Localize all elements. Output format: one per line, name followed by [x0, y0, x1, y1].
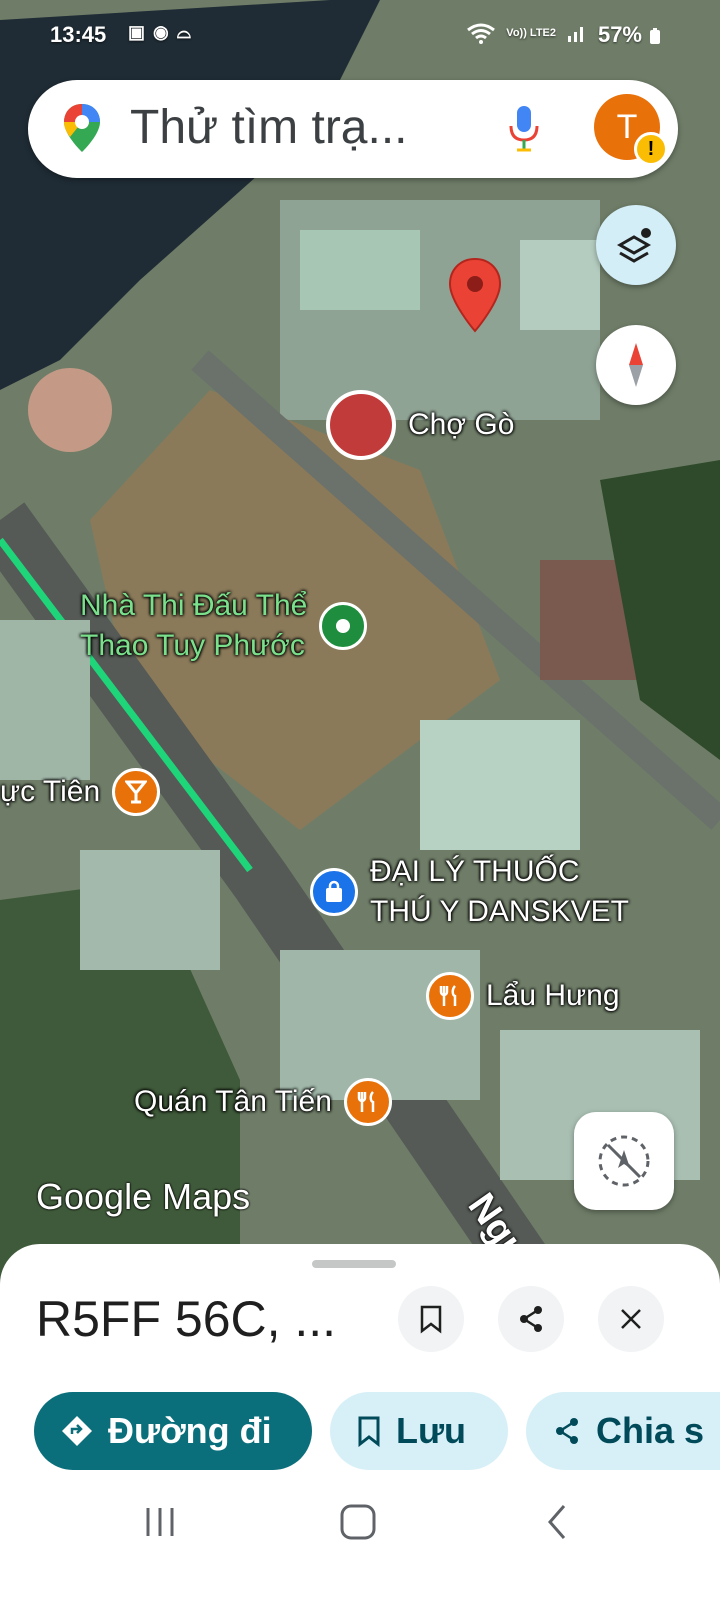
poi-stadium[interactable]: Nhà Thi Đấu Thể Thao Tuy Phước: [80, 586, 368, 666]
restaurant-icon: [426, 972, 474, 1020]
restaurant-icon: [343, 1078, 392, 1126]
warning-badge-icon: !: [634, 132, 668, 166]
market-photo-thumbnail: [326, 390, 396, 460]
recent-apps-icon[interactable]: [142, 1504, 178, 1540]
drag-handle[interactable]: [312, 1260, 396, 1268]
avatar-initial: T: [616, 108, 638, 146]
system-navigation-bar: [0, 1484, 720, 1600]
signal-icon: [568, 27, 583, 42]
my-location-button[interactable]: [574, 1112, 674, 1210]
battery-percent: 57%: [597, 22, 642, 47]
selected-location-pin-icon[interactable]: [447, 257, 503, 333]
poi-pharmacy[interactable]: ĐẠI LÝ THUỐC THÚ Y DANSKVET: [310, 852, 629, 932]
poi-quan-tan-tien[interactable]: Quán Tân Tiến: [134, 1078, 392, 1126]
cocktail-icon: [112, 768, 161, 816]
layers-icon: [616, 228, 652, 263]
google-maps-attribution: Google Maps: [36, 1176, 251, 1217]
search-bar[interactable]: Thử tìm trạ... T !: [28, 80, 678, 178]
location-disabled-icon: [598, 1135, 650, 1187]
share-label: Chia s: [596, 1410, 705, 1451]
save-button[interactable]: Lưu: [330, 1392, 508, 1470]
share-icon: [520, 1306, 542, 1332]
status-bar: 13:45 ▣ ◉ ⌓ Vo)) LTE2 57%: [0, 0, 720, 64]
poi-bar[interactable]: ực Tiên: [0, 768, 161, 816]
place-bottom-sheet[interactable]: R5FF 56C, ... Đường đi Lưu Chia s: [0, 1244, 720, 1484]
poi-label: ực Tiên: [0, 775, 101, 808]
notification-icon: ▣: [128, 22, 146, 42]
place-title: R5FF 56C, ...: [36, 1291, 337, 1347]
poi-label: Quán Tân Tiến: [134, 1085, 332, 1118]
search-input[interactable]: Thử tìm trạ...: [130, 100, 408, 155]
bookmark-button[interactable]: [398, 1286, 464, 1352]
battery-icon: [650, 28, 660, 44]
compass-button[interactable]: [596, 325, 676, 405]
compass-icon: [629, 343, 643, 387]
directions-label: Đường đi: [108, 1410, 272, 1451]
wifi-icon: [467, 23, 496, 44]
layers-button[interactable]: [596, 205, 676, 285]
directions-icon: [62, 1416, 92, 1446]
microphone-icon[interactable]: [506, 102, 542, 154]
google-maps-logo-icon: [64, 104, 100, 152]
stadium-marker-icon: [319, 602, 368, 650]
poi-cho-go[interactable]: Chợ Gò: [326, 390, 514, 460]
share-icon: [556, 1418, 578, 1444]
connectivity: Vo)) LTE2: [466, 22, 588, 44]
poi-label: Nhà Thi Đấu Thể Thao Tuy Phước: [80, 589, 308, 662]
back-icon[interactable]: [542, 1502, 572, 1542]
shopping-bag-icon: [310, 868, 358, 916]
map-view[interactable]: Chợ Gò Nhà Thi Đấu Thể Thao Tuy Phước ực…: [0, 0, 720, 1290]
poi-label: Chợ Gò: [408, 408, 515, 441]
poi-label: ĐẠI LÝ THUỐC THÚ Y DANSKVET: [370, 855, 629, 928]
poi-lau-hung[interactable]: Lẩu Hưng: [426, 972, 620, 1020]
poi-label: Lẩu Hưng: [486, 979, 620, 1012]
save-label: Lưu: [396, 1410, 467, 1451]
notification-icons: ▣ ◉ ⌓: [128, 22, 191, 43]
home-icon[interactable]: [338, 1502, 378, 1542]
notification-icon: ◉: [153, 22, 169, 42]
bookmark-icon: [358, 1416, 380, 1447]
share-chip-button[interactable]: Chia s: [526, 1392, 720, 1470]
share-button[interactable]: [498, 1286, 564, 1352]
clock: 13:45: [50, 22, 107, 47]
directions-button[interactable]: Đường đi: [34, 1392, 312, 1470]
close-icon: [621, 1309, 641, 1329]
network-type: Vo)) LTE2: [506, 26, 556, 39]
bookmark-icon: [420, 1305, 442, 1334]
incognito-icon: ⌓: [176, 22, 191, 42]
account-avatar[interactable]: T !: [594, 94, 668, 166]
close-button[interactable]: [598, 1286, 664, 1352]
